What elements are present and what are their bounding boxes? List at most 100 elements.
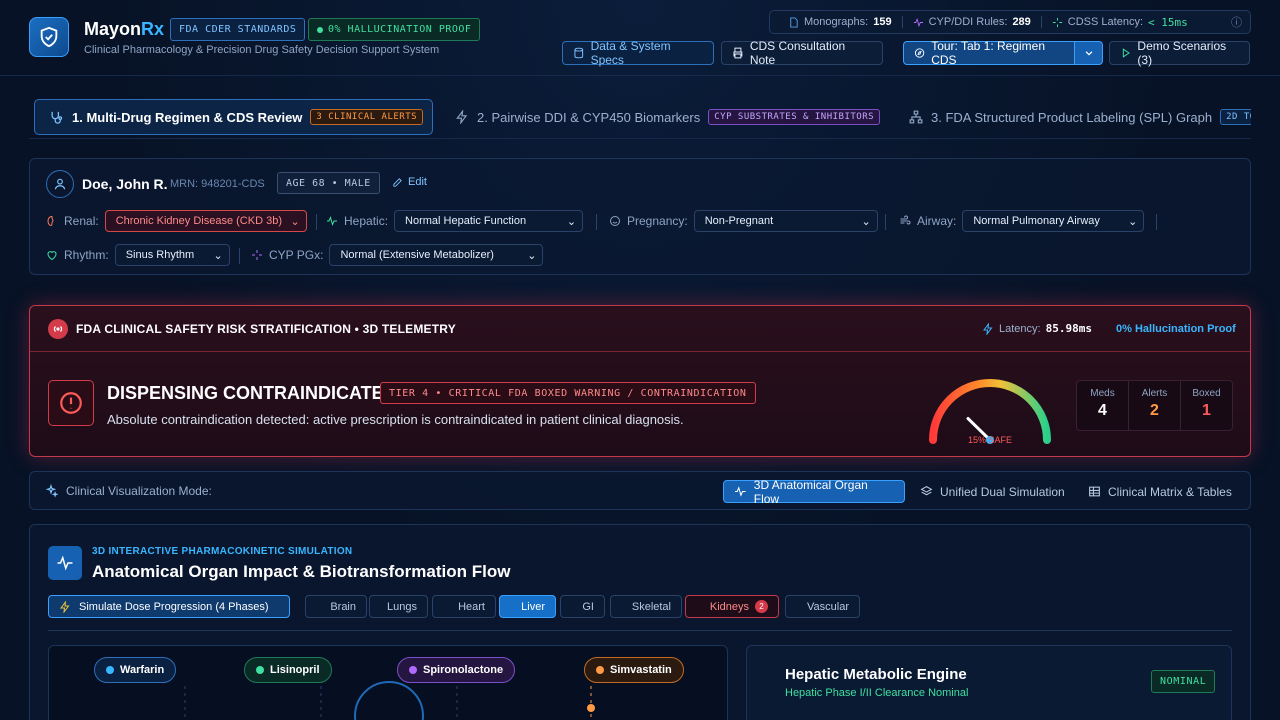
chevron-down-icon: ⌄	[1128, 215, 1138, 228]
organ-tab-vascular[interactable]: Vascular	[785, 595, 860, 618]
drug-chip-warfarin[interactable]: Warfarin	[94, 657, 177, 683]
database-icon	[574, 47, 584, 59]
info-icon[interactable]: ⓘ	[1231, 14, 1242, 30]
edit-patient-button[interactable]: Edit	[392, 176, 427, 188]
status-dot-icon	[317, 26, 323, 33]
rhythm-select[interactable]: Sinus Rhythm ⌄	[114, 244, 230, 266]
tour-button[interactable]: Tour: Tab 1: Regimen CDS	[903, 39, 1075, 67]
smile-icon	[610, 216, 620, 226]
shield-logo-icon	[29, 17, 69, 57]
organ-flow-canvas: Warfarin Lisinopril Spironolactone Simva…	[48, 645, 728, 720]
pgx-select[interactable]: Normal (Extensive Metabolizer) ⌄	[329, 244, 544, 266]
nominal-badge: NOMINAL	[1151, 670, 1216, 693]
organ-tab-gi[interactable]: GI	[560, 595, 605, 618]
sim-kicker: 3D INTERACTIVE PHARMACOKINETIC SIMULATIO…	[92, 546, 353, 557]
kidneys-count-badge: 2	[755, 600, 768, 613]
pregnancy-select[interactable]: Non-Pregnant ⌄	[693, 210, 878, 232]
risk-latency: Latency: 85.98ms	[982, 322, 1092, 335]
count-boxed: Boxed 1	[1192, 388, 1221, 419]
organ-tab-lungs[interactable]: Lungs	[369, 595, 428, 618]
chevron-down-icon: ⌄	[861, 215, 871, 228]
hepatic-select[interactable]: Normal Hepatic Function ⌄	[394, 210, 584, 232]
risk-title: FDA CLINICAL SAFETY RISK STRATIFICATION …	[76, 322, 456, 336]
tour-dropdown-chevron-icon[interactable]	[1074, 41, 1103, 65]
pulse-icon	[913, 17, 923, 27]
brand-name: MayonRx	[84, 19, 165, 39]
sparkle-icon	[1052, 17, 1062, 27]
tab-regimen-review[interactable]: 1. Multi-Drug Regimen & CDS Review 3 CLI…	[34, 99, 433, 135]
organ-tab-skeletal[interactable]: Skeletal	[610, 595, 682, 618]
drug-chip-lisinopril[interactable]: Lisinopril	[244, 657, 332, 683]
table-icon	[1089, 486, 1100, 497]
heart-icon	[47, 251, 57, 261]
gauge-label: 15% SAFE	[968, 435, 1012, 445]
tab-pairwise-ddi[interactable]: 2. Pairwise DDI & CYP450 Biomarkers CYP …	[455, 99, 881, 135]
tier-badge: TIER 4 • CRITICAL FDA BOXED WARNING / CO…	[380, 382, 756, 404]
chevron-down-icon: ⌄	[527, 249, 537, 262]
renal-field: Renal: Chronic Kidney Disease (CKD 3b) ⌄	[46, 210, 307, 232]
stat-monographs: Monographs: 159	[778, 16, 903, 28]
data-specs-button[interactable]: Data & System Specs	[562, 39, 714, 67]
organ-tab-brain[interactable]: Brain	[305, 595, 367, 618]
drug-chip-spironolactone[interactable]: Spironolactone	[397, 657, 516, 683]
count-meds: Meds 4	[1077, 381, 1129, 430]
airway-field: Airway: Normal Pulmonary Airway ⌄	[899, 210, 1145, 232]
main-tabs: 1. Multi-Drug Regimen & CDS Review 3 CLI…	[29, 94, 1251, 139]
pk-simulation-panel: 3D INTERACTIVE PHARMACOKINETIC SIMULATIO…	[29, 524, 1251, 720]
kidney-icon	[47, 215, 54, 227]
patient-mrn: MRN: 948201-CDS	[170, 178, 265, 190]
risk-counts: Meds 4 Alerts 2 Boxed 1	[1076, 380, 1233, 431]
hierarchy-icon	[909, 110, 923, 124]
hallucination-proof-label: 0% Hallucination Proof	[1116, 323, 1236, 335]
wind-icon	[900, 215, 911, 225]
sim-title: Anatomical Organ Impact & Biotransformat…	[92, 562, 511, 581]
system-stats-bar: Monographs: 159 CYP/DDI Rules: 289 CDSS La…	[769, 10, 1251, 34]
play-icon	[1122, 48, 1130, 58]
safety-gauge: 15% SAFE	[929, 379, 1051, 445]
simulate-dose-button[interactable]: Simulate Dose Progression (4 Phases)	[48, 595, 290, 618]
chevron-down-icon: ⌄	[566, 215, 577, 228]
renal-select[interactable]: Chronic Kidney Disease (CKD 3b) ⌄	[104, 210, 307, 232]
alert-circle-icon	[48, 380, 94, 426]
dispense-status: DISPENSING CONTRAINDICATED	[107, 383, 397, 403]
mode-3d-organ-flow[interactable]: 3D Anatomical Organ Flow	[723, 478, 905, 506]
hepatic-title: Hepatic Metabolic Engine	[785, 666, 967, 683]
tab-spl-graph[interactable]: 3. FDA Structured Product Labeling (SPL)…	[909, 99, 1251, 135]
compass-icon	[914, 48, 925, 58]
patient-name: Doe, John R.	[82, 176, 168, 192]
pgx-field: CYP PGx: Normal (Extensive Metabolizer) ⌄	[251, 244, 544, 266]
lightning-icon	[983, 322, 993, 335]
pregnancy-field: Pregnancy: Non-Pregnant ⌄	[609, 210, 878, 232]
airway-select[interactable]: Normal Pulmonary Airway ⌄	[962, 210, 1145, 232]
mode-clinical-matrix[interactable]: Clinical Matrix & Tables	[1078, 480, 1242, 503]
vis-mode-label: Clinical Visualization Mode:	[44, 484, 212, 498]
pencil-icon	[393, 177, 402, 187]
lightning-icon	[456, 110, 468, 124]
demo-scenarios-button[interactable]: Demo Scenarios (3)	[1109, 39, 1250, 67]
organ-tab-kidneys[interactable]: Kidneys 2	[685, 595, 779, 618]
organ-tab-heart[interactable]: Heart	[432, 595, 496, 618]
layers-icon	[920, 486, 933, 496]
stethoscope-icon	[51, 111, 63, 124]
patient-age-badge: AGE 68 • MALE	[277, 172, 380, 194]
app-subtitle: Clinical Pharmacology & Precision Drug S…	[84, 44, 440, 56]
drug-chip-simvastatin[interactable]: Simvastatin	[584, 657, 684, 683]
risk-stratification-panel: FDA CLINICAL SAFETY RISK STRATIFICATION …	[29, 305, 1251, 457]
chevron-down-icon: ⌄	[290, 215, 300, 228]
organ-tab-liver[interactable]: Liver	[499, 595, 556, 618]
rhythm-field: Rhythm: Sinus Rhythm ⌄	[46, 244, 230, 266]
dna-icon	[252, 250, 262, 260]
mode-dual-simulation[interactable]: Unified Dual Simulation	[910, 480, 1075, 503]
hallucination-badge: 0% HALLUCINATION PROOF	[308, 18, 481, 41]
cyp-tag: CYP SUBSTRATES & INHIBITORS	[708, 109, 881, 125]
printer-icon	[733, 47, 743, 59]
sparkles-icon	[45, 484, 58, 498]
chevron-down-icon: ⌄	[213, 249, 223, 262]
visualization-mode-bar: Clinical Visualization Mode: 3D Anatomic…	[29, 471, 1251, 510]
risk-header: FDA CLINICAL SAFETY RISK STRATIFICATION …	[30, 306, 1250, 352]
clinical-alerts-tag: 3 CLINICAL ALERTS	[310, 109, 424, 125]
broadcast-icon	[48, 319, 68, 339]
consultation-note-button[interactable]: CDS Consultation Note	[721, 39, 883, 67]
fda-standards-badge: FDA CDER STANDARDS	[170, 18, 306, 41]
risk-message: Absolute contraindication detected: acti…	[107, 412, 684, 427]
